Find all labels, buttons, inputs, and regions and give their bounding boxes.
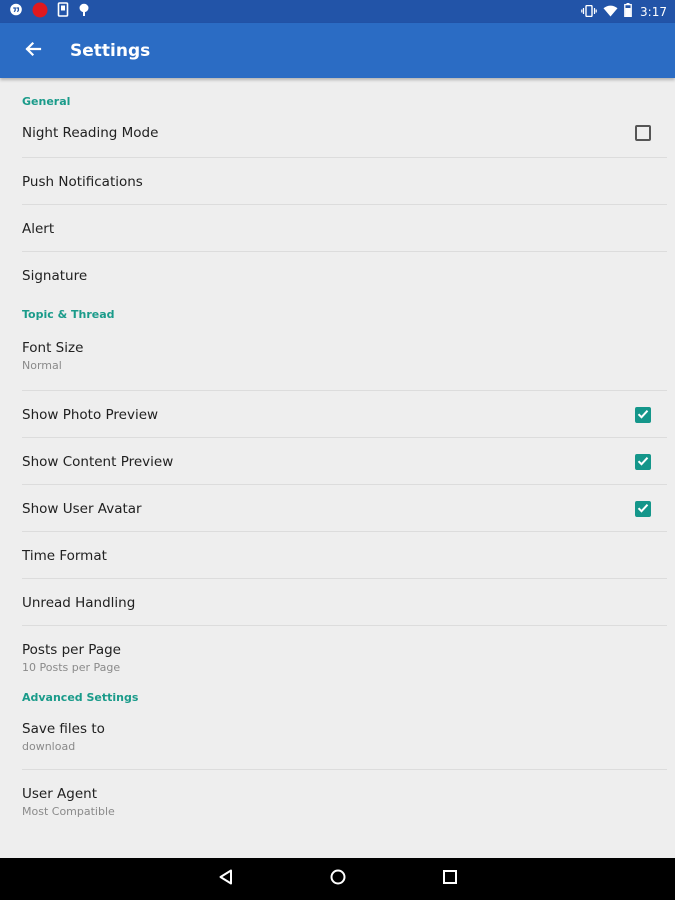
setting-title: Signature: [22, 267, 88, 284]
vibrate-icon: [581, 2, 597, 21]
back-button[interactable]: [11, 29, 55, 73]
setting-font-size[interactable]: Font Size Normal: [0, 321, 675, 391]
setting-title: Save files to: [22, 721, 105, 737]
setting-title: Show Content Preview: [22, 453, 174, 470]
app-bar: Settings: [0, 23, 675, 78]
status-right-icons: 3:17: [581, 2, 667, 21]
setting-title: Unread Handling: [22, 594, 136, 611]
status-time: 3:17: [640, 4, 667, 19]
setting-save-files-to[interactable]: Save files to download: [0, 704, 675, 770]
nav-recents-button[interactable]: [430, 859, 470, 899]
setting-show-user-avatar[interactable]: Show User Avatar: [0, 485, 675, 532]
setting-summary: Normal: [22, 359, 62, 372]
status-bar: 3:17: [0, 0, 675, 23]
setting-title: Posts per Page: [22, 642, 121, 658]
user-avatar-checkbox[interactable]: [635, 499, 651, 518]
setting-summary: download: [22, 740, 76, 753]
setting-show-photo-preview[interactable]: Show Photo Preview: [0, 391, 675, 438]
setting-title: User Agent: [22, 786, 98, 802]
setting-title: Push Notifications: [22, 173, 143, 190]
setting-show-content-preview[interactable]: Show Content Preview: [0, 438, 675, 485]
section-header-topic-thread: Topic & Thread: [22, 308, 115, 321]
setting-posts-per-page[interactable]: Posts per Page 10 Posts per Page: [0, 626, 675, 690]
checkmark-icon: [637, 499, 649, 518]
checkmark-icon: [637, 452, 649, 471]
content-preview-checkbox[interactable]: [635, 452, 651, 471]
setting-title: Alert: [22, 220, 55, 237]
setting-push-notifications[interactable]: Push Notifications: [0, 158, 675, 205]
hangouts-icon: [9, 2, 23, 21]
setting-signature[interactable]: Signature: [0, 252, 675, 299]
setting-title: Night Reading Mode: [22, 125, 159, 141]
wifi-icon: [603, 2, 618, 21]
phone-icon: [57, 2, 69, 21]
record-icon: [32, 2, 48, 22]
nav-recents-icon: [442, 869, 458, 889]
setting-summary: 10 Posts per Page: [22, 661, 121, 674]
night-reading-checkbox[interactable]: [635, 125, 651, 141]
photo-preview-checkbox[interactable]: [635, 405, 651, 424]
arrow-back-icon: [24, 40, 42, 62]
notification-icon: [78, 2, 90, 21]
page-title: Settings: [70, 40, 151, 61]
battery-icon: [624, 2, 632, 21]
nav-home-icon: [329, 868, 347, 890]
setting-title: Show Photo Preview: [22, 406, 159, 423]
nav-back-icon: [217, 868, 235, 890]
setting-user-agent[interactable]: User Agent Most Compatible: [0, 770, 675, 834]
setting-title: Time Format: [22, 547, 107, 564]
setting-unread-handling[interactable]: Unread Handling: [0, 579, 675, 626]
setting-night-reading-mode[interactable]: Night Reading Mode: [0, 108, 675, 158]
nav-home-button[interactable]: [318, 859, 358, 899]
setting-time-format[interactable]: Time Format: [0, 532, 675, 579]
nav-back-button[interactable]: [206, 859, 246, 899]
settings-list[interactable]: General Night Reading Mode Push Notifica…: [0, 78, 675, 858]
setting-title: Show User Avatar: [22, 500, 142, 517]
section-header-general: General: [22, 95, 71, 108]
setting-alert[interactable]: Alert: [0, 205, 675, 252]
setting-summary: Most Compatible: [22, 805, 115, 818]
section-header-advanced: Advanced Settings: [22, 691, 139, 704]
status-left-icons: [9, 2, 90, 22]
setting-title: Font Size: [22, 340, 84, 356]
checkmark-icon: [637, 405, 649, 424]
navigation-bar: [0, 858, 675, 900]
